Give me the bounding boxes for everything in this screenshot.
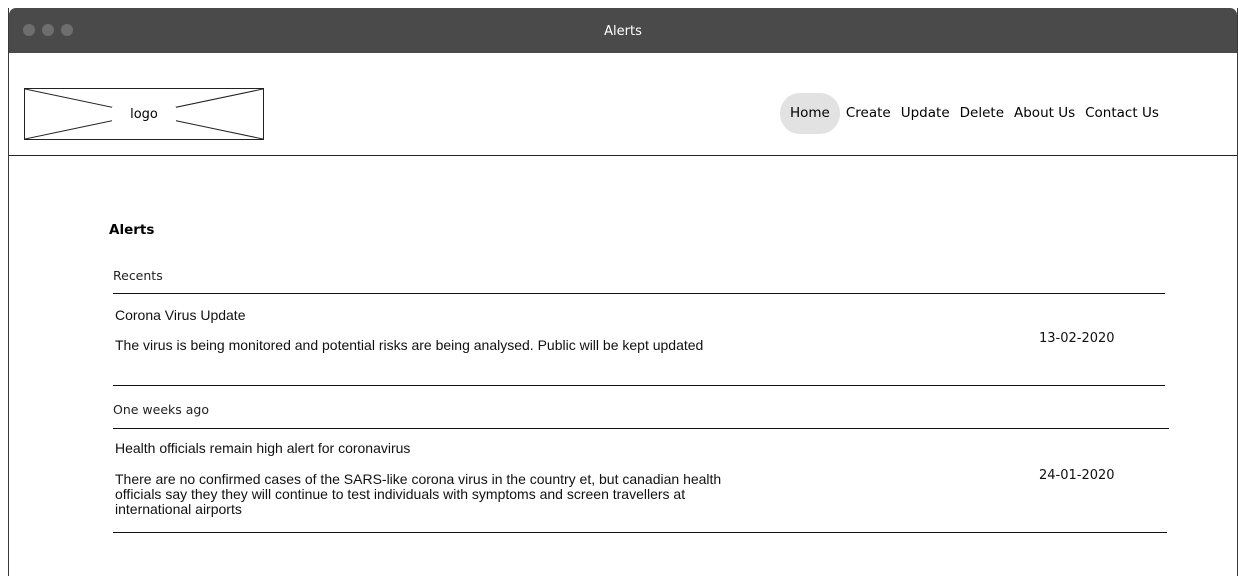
group-label-recents: Recents [113, 268, 163, 283]
nav-home[interactable]: Home [780, 93, 840, 134]
divider [113, 428, 1169, 429]
alert-body: The virus is being monitored and potenti… [115, 337, 704, 353]
alert-title[interactable]: Corona Virus Update [115, 307, 245, 323]
nav-update[interactable]: Update [896, 93, 955, 134]
title-bar[interactable]: Alerts [9, 8, 1237, 53]
alert-date: 24-01-2020 [1039, 468, 1115, 483]
nav-create[interactable]: Create [841, 93, 896, 134]
nav-contact-us[interactable]: Contact Us [1080, 93, 1164, 134]
alert-title[interactable]: Health officials remain high alert for c… [115, 440, 410, 456]
alert-date: 13-02-2020 [1039, 331, 1115, 346]
divider [113, 532, 1167, 533]
window-title: Alerts [604, 24, 642, 39]
alert-body: There are no confirmed cases of the SARS… [115, 471, 722, 517]
main-nav: Home Create Update Delete About Us Conta… [780, 93, 1164, 134]
header-divider [9, 155, 1237, 156]
divider [113, 385, 1165, 386]
divider [113, 293, 1165, 294]
nav-about-us[interactable]: About Us [1009, 93, 1080, 134]
page-title: Alerts [109, 222, 155, 238]
group-label-one-weeks-ago: One weeks ago [113, 402, 209, 417]
nav-delete[interactable]: Delete [955, 93, 1009, 134]
logo-placeholder[interactable]: logo [24, 88, 264, 140]
app-window: Alerts logo Home Create Update Delete Ab… [8, 8, 1238, 576]
logo-label: logo [112, 106, 176, 122]
